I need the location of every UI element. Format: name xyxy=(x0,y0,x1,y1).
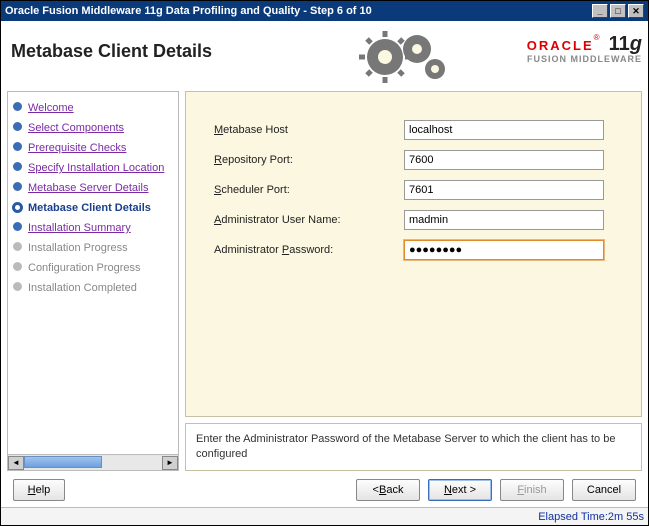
close-button[interactable]: ✕ xyxy=(628,4,644,18)
scroll-left-button[interactable]: ◄ xyxy=(8,456,24,470)
step-select-components[interactable]: Select Components xyxy=(10,122,174,134)
back-button[interactable]: < Back xyxy=(356,479,420,501)
step-label: Select Components xyxy=(24,122,174,134)
form-panel: Metabase Host Repository Port: Scheduler… xyxy=(185,91,642,417)
step-label: Prerequisite Checks xyxy=(24,142,174,154)
brand-product-line: FUSION MIDDLEWARE xyxy=(472,54,642,64)
row-metabase-host: Metabase Host xyxy=(214,120,631,140)
header: Metabase Client Details xyxy=(7,27,642,87)
window-body: Metabase Client Details xyxy=(1,21,648,507)
step-prerequisite-checks[interactable]: Prerequisite Checks xyxy=(10,142,174,154)
step-metabase-server-details[interactable]: Metabase Server Details xyxy=(10,182,174,194)
label-metabase-host: Metabase Host xyxy=(214,124,404,136)
cancel-button[interactable]: Cancel xyxy=(572,479,636,501)
step-dot-icon xyxy=(13,262,22,271)
label-scheduler-port: Scheduler Port: xyxy=(214,184,404,196)
page-title: Metabase Client Details xyxy=(7,27,352,62)
step-link[interactable]: Metabase Server Details xyxy=(28,182,148,194)
hint-panel: Enter the Administrator Password of the … xyxy=(185,423,642,471)
step-installation-completed: Installation Completed xyxy=(10,282,174,294)
main-panel: Metabase Host Repository Port: Scheduler… xyxy=(185,91,642,471)
step-label: Configuration Progress xyxy=(24,262,174,274)
button-bar: Help < Back Next > Finish Cancel xyxy=(7,471,642,505)
gears-artwork xyxy=(352,27,472,87)
step-specify-installation-location[interactable]: Specify Installation Location xyxy=(10,162,174,174)
label-admin-password: Administrator Password: xyxy=(214,244,404,256)
step-label: Installation Progress xyxy=(24,242,174,254)
finish-button: Finish xyxy=(500,479,564,501)
row-admin-user: Administrator User Name: xyxy=(214,210,631,230)
elapsed-time-value: 2m 55s xyxy=(608,511,644,523)
scroll-thumb[interactable] xyxy=(24,456,102,468)
step-dot-icon xyxy=(13,162,22,171)
row-repository-port: Repository Port: xyxy=(214,150,631,170)
step-metabase-client-details: Metabase Client Details xyxy=(10,202,174,214)
step-dot-icon xyxy=(13,282,22,291)
scroll-right-button[interactable]: ► xyxy=(162,456,178,470)
content: Welcome Select Components Prerequisite Che… xyxy=(7,91,642,471)
window-title: Oracle Fusion Middleware 11g Data Profil… xyxy=(5,5,590,17)
repository-port-field[interactable] xyxy=(404,150,604,170)
step-dot-icon xyxy=(13,142,22,151)
step-label: Metabase Server Details xyxy=(24,182,174,194)
oracle-logo: ORACLE® 11g FUSION MIDDLEWARE xyxy=(472,27,642,87)
step-installation-progress: Installation Progress xyxy=(10,242,174,254)
step-installation-summary[interactable]: Installation Summary xyxy=(10,222,174,234)
admin-password-field[interactable] xyxy=(404,240,604,260)
step-dot-icon xyxy=(12,202,23,213)
label-repository-port: Repository Port: xyxy=(214,154,404,166)
step-dot-icon xyxy=(13,182,22,191)
step-label: Welcome xyxy=(24,102,174,114)
help-button[interactable]: Help xyxy=(13,479,65,501)
admin-user-field[interactable] xyxy=(404,210,604,230)
installer-window: Oracle Fusion Middleware 11g Data Profil… xyxy=(0,0,649,526)
label-admin-user: Administrator User Name: xyxy=(214,214,404,226)
next-button[interactable]: Next > xyxy=(428,479,492,501)
step-link[interactable]: Specify Installation Location xyxy=(28,162,164,174)
step-label: Installation Summary xyxy=(24,222,174,234)
step-label: Specify Installation Location xyxy=(24,162,174,174)
step-link[interactable]: Welcome xyxy=(28,102,74,114)
step-welcome[interactable]: Welcome xyxy=(10,102,174,114)
step-label: Metabase Client Details xyxy=(24,202,174,214)
title-bar: Oracle Fusion Middleware 11g Data Profil… xyxy=(1,1,648,21)
sidebar: Welcome Select Components Prerequisite Che… xyxy=(7,91,179,471)
metabase-host-field[interactable] xyxy=(404,120,604,140)
steps-list: Welcome Select Components Prerequisite Che… xyxy=(8,92,178,454)
step-link[interactable]: Select Components xyxy=(28,122,124,134)
row-admin-password: Administrator Password: xyxy=(214,240,631,260)
row-scheduler-port: Scheduler Port: xyxy=(214,180,631,200)
step-link[interactable]: Prerequisite Checks xyxy=(28,142,126,154)
step-dot-icon xyxy=(13,102,22,111)
maximize-button[interactable]: □ xyxy=(610,4,626,18)
scroll-track[interactable] xyxy=(24,456,162,470)
step-dot-icon xyxy=(13,122,22,131)
step-dot-icon xyxy=(13,242,22,251)
step-link[interactable]: Installation Summary xyxy=(28,222,131,234)
step-configuration-progress: Configuration Progress xyxy=(10,262,174,274)
sidebar-scrollbar[interactable]: ◄ ► xyxy=(8,454,178,470)
status-bar: Elapsed Time: 2m 55s xyxy=(1,507,648,525)
step-dot-icon xyxy=(13,222,22,231)
step-label: Installation Completed xyxy=(24,282,174,294)
brand-vendor: ORACLE xyxy=(527,38,594,53)
elapsed-time-label: Elapsed Time: xyxy=(538,511,608,523)
minimize-button[interactable]: _ xyxy=(592,4,608,18)
scheduler-port-field[interactable] xyxy=(404,180,604,200)
